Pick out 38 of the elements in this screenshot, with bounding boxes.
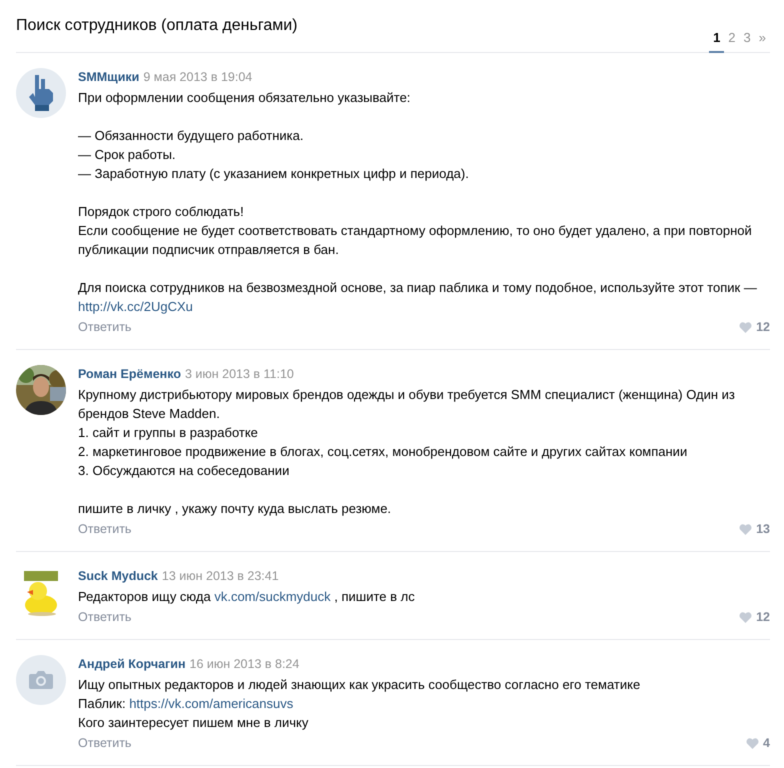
post-link[interactable]: http://vk.cc/2UgCXu — [78, 299, 193, 314]
author-name[interactable]: Роман Ерёменко — [78, 365, 181, 384]
author-name[interactable]: SMMщики — [78, 68, 140, 87]
post-text: Ищу опытных редакторов и людей знающих как украсить сообщество согласно его тематике — [78, 676, 642, 694]
page-title: Поиск сотрудников (оплата деньгами) — [16, 17, 298, 35]
post-link[interactable]: https://vk.com/americansuvs — [129, 696, 294, 711]
post-text: пишите в личку , укажу почту куда выслать резюме. — [78, 500, 392, 518]
post-text: — Обязанности будущего работника. — [78, 127, 304, 145]
post-text: 1. сайт и группы в разработке — [78, 424, 259, 442]
post-date: 3 июн 2013 в 11:10 — [184, 366, 294, 383]
heart-icon[interactable] — [746, 738, 760, 749]
post-text: Редакторов ищу сюда vk.com/suckmyduck , пишите в лс — [78, 588, 416, 606]
like-count: 13 — [756, 521, 770, 538]
like-count: 12 — [756, 319, 770, 336]
like-count: 12 — [756, 609, 770, 626]
page-link[interactable]: 1 — [709, 30, 724, 53]
post-date: 9 мая 2013 в 19:04 — [143, 69, 252, 86]
post-date: 13 июн 2013 в 23:41 — [162, 568, 279, 585]
post-link[interactable]: vk.com/suckmyduck — [214, 589, 331, 604]
post-date: 16 июн 2013 в 8:24 — [190, 656, 300, 673]
camera-icon — [29, 670, 53, 690]
like-count: 4 — [763, 735, 770, 752]
post-text: 2. маркетинговое продвижение в блогах, соц.сетях, монобрендовом сайте и других сайтах компании — [78, 443, 688, 461]
heart-icon[interactable] — [739, 322, 752, 333]
post-text: — Срок работы. — [78, 146, 177, 164]
post-text: Кого заинтересует пишем мне в личку — [78, 714, 310, 732]
post-text: 3. Обсуждаются на собеседовании — [78, 462, 290, 480]
heart-icon[interactable] — [739, 612, 752, 623]
author-name[interactable]: Suck Myduck — [78, 567, 158, 586]
heart-icon[interactable] — [739, 524, 752, 535]
post-text: Для поиска сотрудников на безвозмездной основе, за пиар паблика и тому подобное, используйте этот топик — — [78, 279, 758, 297]
post-text: — Заработную плату (с указанием конкретных цифр и периода). — [78, 165, 470, 183]
post-text: Порядок строго соблюдать! — [78, 203, 245, 221]
post-text: Крупному дистрибьютору мировых брендов одежды и обуви требуется SMM специалист (женщина) Один из брендов Steve Madden. — [78, 386, 736, 423]
author-name[interactable]: Андрей Корчагин — [78, 655, 186, 674]
post-text: Паблик: https://vk.com/americansuvs — [78, 695, 294, 713]
post-text: При оформлении сообщения обязательно указывайте: — [78, 89, 412, 107]
post-text: Если сообщение не будет соответствовать стандартному оформлению, то оно будет удалено, а при повторной публикации подписчик отправляется в бан. — [78, 222, 753, 259]
